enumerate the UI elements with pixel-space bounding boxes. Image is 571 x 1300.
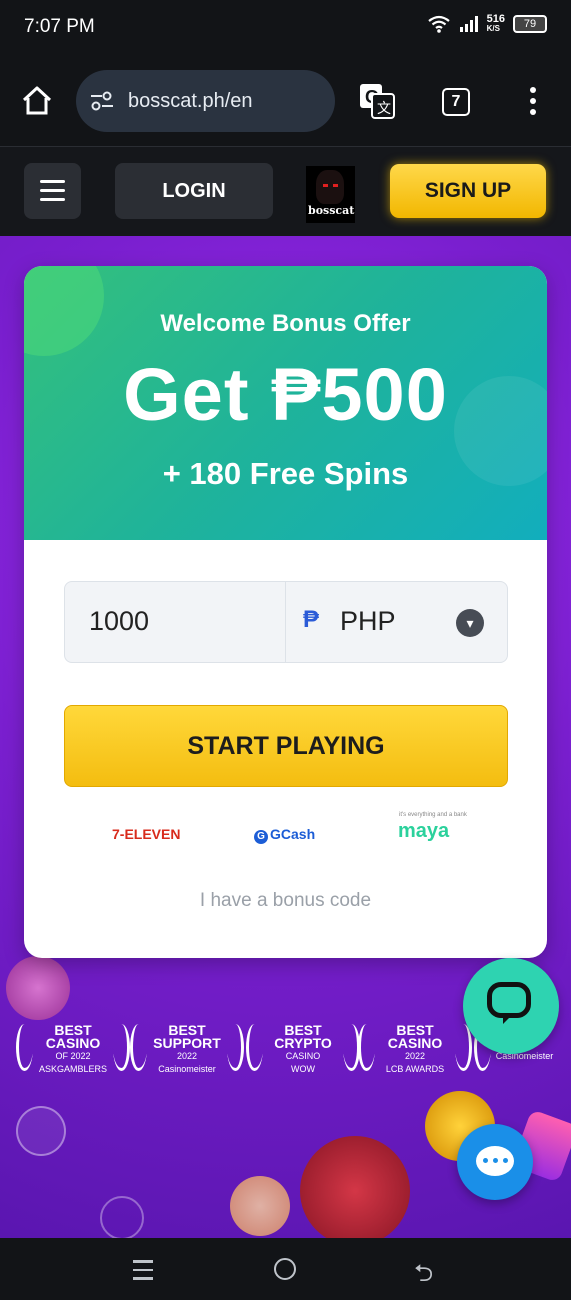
bonus-banner: Welcome Bonus Offer Get ₱500 + 180 Free … [24, 266, 547, 540]
bonus-amount: Get ₱500 [123, 353, 448, 436]
deposit-field: 1000 ₱ PHP ▾ [64, 581, 508, 663]
bonus-title: Welcome Bonus Offer [160, 310, 411, 337]
site-info-icon[interactable] [90, 91, 114, 111]
award-badge: BEST CASINO 2022 LCB AWARDS [358, 1023, 472, 1076]
message-icon[interactable] [457, 1124, 533, 1200]
logo-text: bosscat [308, 204, 355, 217]
back-icon[interactable]: ⮌ [414, 1256, 433, 1297]
start-playing-button[interactable]: START PLAYING [64, 705, 508, 787]
address-bar[interactable]: bosscat.ph/en [76, 70, 335, 132]
hamburger-icon[interactable] [24, 163, 81, 219]
seven-eleven-logo: 7-ELEVEN [112, 826, 181, 842]
gcash-icon: G [254, 830, 268, 844]
more-icon[interactable] [522, 86, 544, 116]
svg-text:文: 文 [377, 101, 391, 117]
award-source: LCB AWARDS [385, 1064, 445, 1074]
peso-icon: ₱ [303, 606, 320, 633]
home-icon[interactable] [20, 84, 54, 118]
deposit-amount-input[interactable]: 1000 [89, 606, 149, 637]
recents-icon[interactable] [133, 1260, 153, 1286]
bonus-card: Welcome Bonus Offer Get ₱500 + 180 Free … [24, 266, 547, 958]
net-speed-value: 516 [486, 13, 505, 25]
free-spins: + 180 Free Spins [162, 456, 409, 491]
signal-icon [459, 16, 478, 32]
system-nav-bar: ⮌ [0, 1238, 571, 1300]
award-line2: CASINO [45, 1035, 101, 1051]
net-speed: 516 K/S [487, 14, 505, 34]
chat-icon[interactable] [463, 958, 559, 1054]
award-source: ASKGAMBLERS [38, 1064, 108, 1074]
award-badge: BEST CASINO OF 2022 ASKGAMBLERS [16, 1023, 130, 1076]
status-time: 7:07 PM [24, 16, 95, 37]
award-line2: SUPPORT [153, 1035, 221, 1051]
battery-icon: 79 [513, 15, 547, 33]
currency-select[interactable]: PHP [340, 606, 396, 637]
gcash-label: GCash [270, 826, 316, 842]
translate-icon[interactable]: G文 [358, 82, 396, 120]
home-circle-icon[interactable] [274, 1258, 296, 1280]
award-line3: CASINO [285, 1051, 321, 1061]
maya-label: maya [398, 820, 450, 842]
chevron-down-icon[interactable]: ▾ [456, 609, 484, 637]
award-badge: BEST SUPPORT 2022 Casinomeister [130, 1023, 244, 1076]
status-bar: 7:07 PM 516 K/S 79 [0, 0, 571, 58]
signup-button[interactable]: SIGN UP [390, 164, 546, 218]
award-line3: 2022 [404, 1051, 426, 1061]
url-text: bosscat.ph/en [128, 89, 253, 112]
award-line3: OF 2022 [55, 1051, 91, 1061]
hero-section: Welcome Bonus Offer Get ₱500 + 180 Free … [0, 236, 571, 1238]
site-header: LOGIN bosscat SIGN UP [0, 146, 571, 237]
award-source: WOW [291, 1064, 315, 1074]
award-badge: BEST CRYPTO CASINO WOW [246, 1023, 360, 1076]
wifi-icon [427, 15, 450, 33]
award-line2: CASINO [387, 1035, 443, 1051]
gcash-logo: G GCash [254, 826, 315, 844]
maya-logo: it's everything and a bank maya [398, 812, 467, 843]
tabs-icon[interactable]: 7 [442, 88, 470, 116]
bonus-code-link[interactable]: I have a bonus code [24, 890, 547, 912]
award-source: Casinomeister [158, 1064, 216, 1074]
login-button[interactable]: LOGIN [115, 163, 273, 219]
award-line2: CRYPTO [274, 1035, 332, 1051]
bosscat-logo[interactable]: bosscat [306, 166, 355, 223]
browser-toolbar: bosscat.ph/en G文 7 [0, 58, 571, 146]
award-line3: 2022 [176, 1051, 198, 1061]
maya-tagline: it's everything and a bank [399, 812, 467, 818]
status-icons: 516 K/S 79 [427, 14, 547, 34]
net-speed-unit: K/S [486, 24, 500, 33]
